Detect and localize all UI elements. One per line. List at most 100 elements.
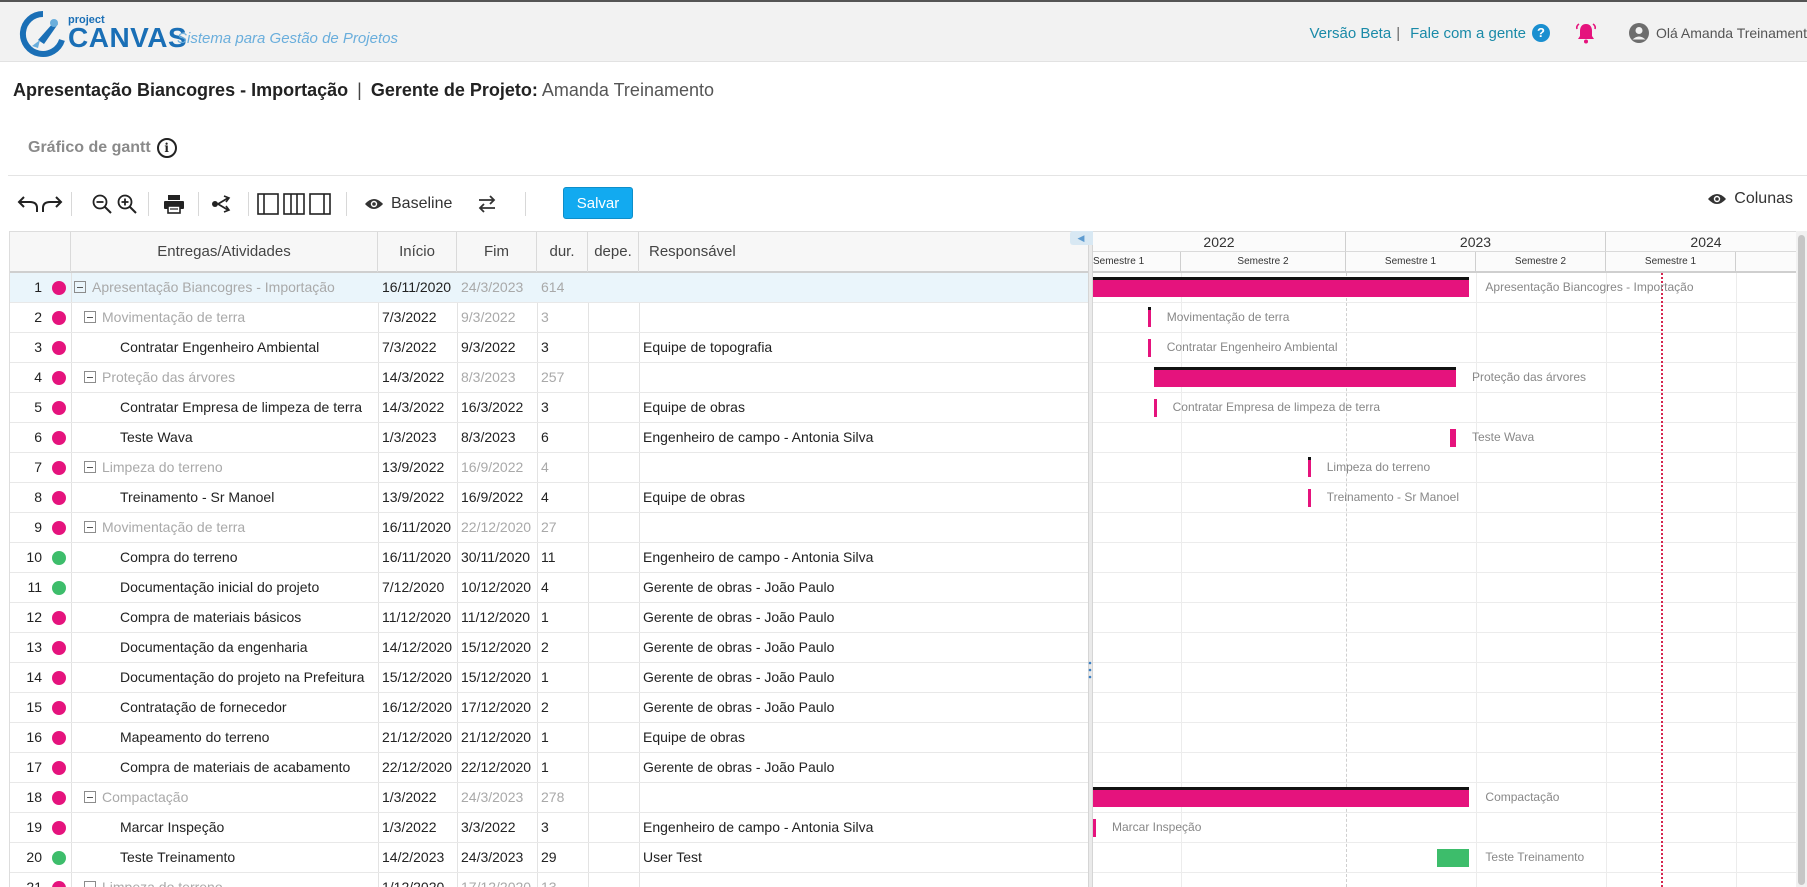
- task-name-cell[interactable]: Teste Treinamento: [71, 843, 377, 872]
- responsible[interactable]: [639, 513, 1090, 542]
- dependencies[interactable]: [588, 873, 638, 887]
- responsible[interactable]: Gerente de obras - João Paulo: [639, 663, 1090, 692]
- col-header-dependencies[interactable]: depe.: [588, 232, 639, 272]
- collapse-toggle-icon[interactable]: [84, 881, 96, 887]
- duration[interactable]: 2: [537, 633, 587, 662]
- end-date[interactable]: 24/3/2023: [457, 843, 536, 872]
- table-row[interactable]: 4 Proteção das árvores 14/3/2022 8/3/2023 25…: [10, 363, 1090, 393]
- duration[interactable]: 13: [537, 873, 587, 887]
- table-row[interactable]: 21 Limpeza do terreno 1/12/2020 17/12/2020 1…: [10, 873, 1090, 887]
- responsible[interactable]: User Test: [639, 843, 1090, 872]
- task-name-cell[interactable]: Compra de materiais de acabamento: [71, 753, 377, 782]
- bell-icon[interactable]: [1574, 21, 1598, 45]
- task-bar[interactable]: [1147, 339, 1151, 357]
- help-icon[interactable]: ?: [1532, 24, 1551, 42]
- critical-path-icon[interactable]: [208, 190, 234, 218]
- duration[interactable]: 4: [537, 573, 587, 602]
- duration[interactable]: 6: [537, 423, 587, 452]
- table-row[interactable]: 18 Compactação 1/3/2022 24/3/2023 278: [10, 783, 1090, 813]
- summary-bar[interactable]: [1307, 457, 1311, 477]
- status-dot-icon[interactable]: [52, 731, 66, 745]
- zoom-in-icon[interactable]: [115, 190, 139, 218]
- dependencies[interactable]: [588, 783, 638, 812]
- status-dot-icon[interactable]: [52, 581, 66, 595]
- status-dot-icon[interactable]: [52, 671, 66, 685]
- task-bar[interactable]: [1437, 849, 1470, 867]
- end-date[interactable]: 30/11/2020: [457, 543, 536, 572]
- start-date[interactable]: 14/3/2022: [378, 393, 456, 422]
- info-icon[interactable]: i: [156, 138, 177, 158]
- dependencies[interactable]: [588, 603, 638, 632]
- swap-icon[interactable]: [474, 190, 500, 218]
- duration[interactable]: 278: [537, 783, 587, 812]
- task-name-cell[interactable]: Compactação: [71, 783, 377, 812]
- start-date[interactable]: 14/2/2023: [378, 843, 456, 872]
- task-name-cell[interactable]: Limpeza do terreno: [71, 873, 377, 887]
- status-dot-icon[interactable]: [52, 701, 66, 715]
- task-bar[interactable]: [1307, 489, 1311, 507]
- collapse-toggle-icon[interactable]: [74, 281, 86, 294]
- end-date[interactable]: 17/12/2020: [457, 873, 536, 887]
- task-name-cell[interactable]: Treinamento - Sr Manoel: [71, 483, 377, 512]
- redo-icon[interactable]: [40, 190, 64, 218]
- duration[interactable]: 1: [537, 603, 587, 632]
- status-dot-icon[interactable]: [52, 881, 66, 887]
- status-dot-icon[interactable]: [52, 431, 66, 445]
- task-bar[interactable]: [1093, 819, 1096, 837]
- table-row[interactable]: 7 Limpeza do terreno 13/9/2022 16/9/2022 4: [10, 453, 1090, 483]
- col-header-start[interactable]: Início: [378, 232, 457, 272]
- responsible[interactable]: Gerente de obras - João Paulo: [639, 603, 1090, 632]
- duration[interactable]: 4: [537, 483, 587, 512]
- status-dot-icon[interactable]: [52, 281, 66, 295]
- vertical-scrollbar[interactable]: [1796, 231, 1807, 887]
- start-date[interactable]: 1/3/2022: [378, 813, 456, 842]
- dependencies[interactable]: [588, 333, 638, 362]
- table-row[interactable]: 3 Contratar Engenheiro Ambiental 7/3/2022 9…: [10, 333, 1090, 363]
- table-row[interactable]: 10 Compra do terreno 16/11/2020 30/11/2020 1…: [10, 543, 1090, 573]
- duration[interactable]: 4: [537, 453, 587, 482]
- duration[interactable]: 3: [537, 813, 587, 842]
- start-date[interactable]: 16/11/2020: [378, 513, 456, 542]
- dependencies[interactable]: [588, 393, 638, 422]
- status-dot-icon[interactable]: [52, 341, 66, 355]
- table-row[interactable]: 19 Marcar Inspeção 1/3/2022 3/3/2022 3 Engenh…: [10, 813, 1090, 843]
- status-dot-icon[interactable]: [52, 821, 66, 835]
- dependencies[interactable]: [588, 363, 638, 392]
- duration[interactable]: 614: [537, 273, 587, 302]
- status-dot-icon[interactable]: [52, 401, 66, 415]
- task-name-cell[interactable]: Contratação de fornecedor: [71, 693, 377, 722]
- status-dot-icon[interactable]: [52, 491, 66, 505]
- end-date[interactable]: 24/3/2023: [457, 783, 536, 812]
- start-date[interactable]: 7/3/2022: [378, 303, 456, 332]
- dependencies[interactable]: [588, 423, 638, 452]
- duration[interactable]: 3: [537, 333, 587, 362]
- logo-canvas-text[interactable]: CANVAS: [68, 22, 187, 54]
- end-date[interactable]: 9/3/2022: [457, 333, 536, 362]
- col-header-responsible[interactable]: Responsável: [639, 232, 1090, 272]
- status-dot-icon[interactable]: [52, 761, 66, 775]
- end-date[interactable]: 9/3/2022: [457, 303, 536, 332]
- start-date[interactable]: 1/12/2020: [378, 873, 456, 887]
- start-date[interactable]: 16/11/2020: [378, 273, 456, 302]
- col-header-name[interactable]: Entregas/Atividades: [71, 232, 378, 272]
- start-date[interactable]: 7/3/2022: [378, 333, 456, 362]
- table-row[interactable]: 6 Teste Wava 1/3/2023 8/3/2023 6 Engenheiro d…: [10, 423, 1090, 453]
- task-name-cell[interactable]: Compra de materiais básicos: [71, 603, 377, 632]
- responsible[interactable]: [639, 783, 1090, 812]
- responsible[interactable]: [639, 363, 1090, 392]
- status-dot-icon[interactable]: [52, 641, 66, 655]
- col-header-duration[interactable]: dur.: [537, 232, 588, 272]
- duration[interactable]: 1: [537, 663, 587, 692]
- dependencies[interactable]: [588, 723, 638, 752]
- responsible[interactable]: Equipe de topografia: [639, 333, 1090, 362]
- undo-icon[interactable]: [16, 190, 40, 218]
- summary-bar[interactable]: [1093, 277, 1470, 297]
- columns-button[interactable]: Colunas: [1707, 190, 1793, 208]
- task-name-cell[interactable]: Apresentação Biancogres - Importação: [71, 273, 377, 302]
- end-date[interactable]: 21/12/2020: [457, 723, 536, 752]
- collapse-toggle-icon[interactable]: [84, 371, 96, 384]
- end-date[interactable]: 10/12/2020: [457, 573, 536, 602]
- dependencies[interactable]: [588, 693, 638, 722]
- task-name-cell[interactable]: Teste Wava: [71, 423, 377, 452]
- drag-handle-icon[interactable]: [1088, 660, 1092, 680]
